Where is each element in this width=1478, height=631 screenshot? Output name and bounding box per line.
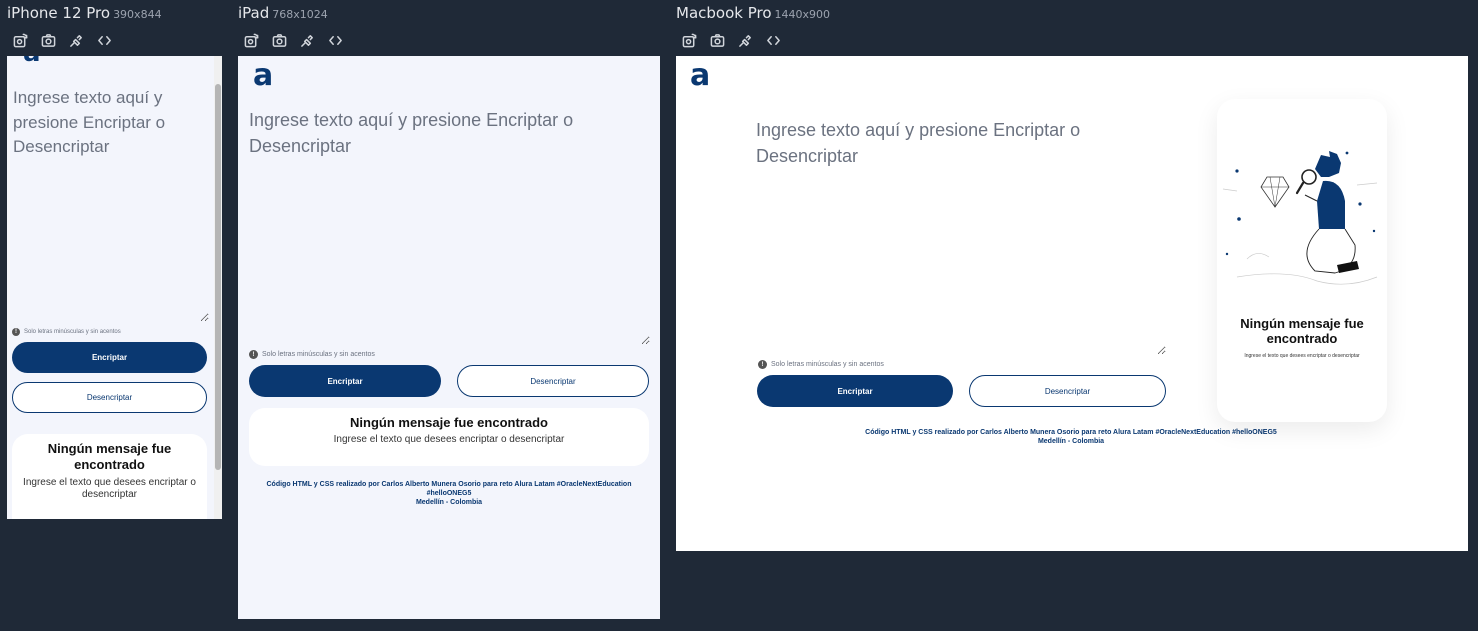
code-icon[interactable] xyxy=(95,31,113,49)
ipad-viewport: a ! Solo letras minúsculas y sin acentos… xyxy=(238,56,660,619)
message-input[interactable] xyxy=(756,117,1166,355)
input-hint: ! Solo letras minúsculas y sin acentos xyxy=(12,328,121,336)
info-icon: ! xyxy=(249,350,258,359)
alura-logo: a xyxy=(690,58,711,93)
page-footer: Código HTML y CSS realizado por Carlos A… xyxy=(836,429,1306,447)
encrypt-button[interactable]: Encriptar xyxy=(757,375,953,407)
encrypt-button[interactable]: Encriptar xyxy=(249,365,441,397)
scroll-thumb[interactable] xyxy=(215,84,221,470)
rotate-screenshot-icon[interactable] xyxy=(242,31,260,49)
footer-credits: Código HTML y CSS realizado por Carlos A… xyxy=(266,481,632,497)
footer-location: Medellín - Colombia xyxy=(415,498,483,506)
scrollbar[interactable] xyxy=(214,56,222,519)
empty-message-card: Ningún mensaje fue encontrado Ingrese el… xyxy=(12,434,207,519)
footer-credits: Código HTML y CSS realizado por Carlos A… xyxy=(865,429,1277,436)
device-header: iPad 768x1024 xyxy=(238,0,660,26)
page-footer: Código HTML y CSS realizado por Carlos A… xyxy=(253,481,645,507)
iphone-viewport: a ! Solo letras minúsculas y sin acentos… xyxy=(7,56,222,519)
empty-message-content: Ningún mensaje fue encontrado Ingrese el… xyxy=(1225,316,1379,359)
device-size: 1440x900 xyxy=(774,8,831,21)
empty-message-title: Ningún mensaje fue encontrado xyxy=(350,415,548,430)
hint-text: Solo letras minúsculas y sin acentos xyxy=(262,351,375,358)
empty-message-text: Ingrese el texto que desees encriptar o … xyxy=(1244,352,1360,359)
inspect-icon[interactable] xyxy=(298,31,316,49)
input-hint: ! Solo letras minúsculas y sin acentos xyxy=(249,350,375,359)
empty-message-card: Ningún mensaje fue encontrado Ingrese el… xyxy=(1217,99,1387,422)
inspect-icon[interactable] xyxy=(736,31,754,49)
alura-logo: a xyxy=(253,58,274,93)
decrypt-button[interactable]: Desencriptar xyxy=(457,365,649,397)
camera-icon[interactable] xyxy=(270,31,288,49)
alura-logo: a xyxy=(23,56,41,68)
code-icon[interactable] xyxy=(326,31,344,49)
info-icon: ! xyxy=(758,360,767,369)
info-icon: ! xyxy=(12,328,20,336)
device-toolbar xyxy=(7,26,222,54)
message-input[interactable] xyxy=(13,86,209,322)
code-icon[interactable] xyxy=(764,31,782,49)
device-toolbar xyxy=(676,26,1468,54)
empty-message-title: Ningún mensaje fue encontrado xyxy=(1240,316,1364,346)
hint-text: Solo letras minúsculas y sin acentos xyxy=(771,361,884,368)
macbook-viewport: a ! Solo letras minúsculas y sin acentos… xyxy=(676,56,1468,551)
rotate-screenshot-icon[interactable] xyxy=(11,31,29,49)
input-hint: ! Solo letras minúsculas y sin acentos xyxy=(758,360,884,369)
device-name: Macbook Pro xyxy=(676,4,772,22)
device-size: 768x1024 xyxy=(272,8,328,21)
empty-message-text: Ingrese el texto que desees encriptar o … xyxy=(23,477,196,501)
device-size: 390x844 xyxy=(113,8,162,21)
message-input[interactable] xyxy=(249,107,650,345)
footer-location: Medellín - Colombia xyxy=(1037,437,1105,445)
empty-message-text: Ingrese el texto que desees encriptar o … xyxy=(333,434,565,445)
device-header: iPhone 12 Pro 390x844 xyxy=(7,0,222,26)
device-header: Macbook Pro 1440x900 xyxy=(676,0,1468,26)
camera-icon[interactable] xyxy=(39,31,57,49)
decrypt-button[interactable]: Desencriptar xyxy=(12,382,207,413)
decrypt-button[interactable]: Desencriptar xyxy=(969,375,1166,407)
device-ipad: iPad 768x1024 xyxy=(238,0,660,54)
hint-text: Solo letras minúsculas y sin acentos xyxy=(24,329,121,335)
device-name: iPhone 12 Pro xyxy=(7,4,111,22)
camera-icon[interactable] xyxy=(708,31,726,49)
rotate-screenshot-icon[interactable] xyxy=(680,31,698,49)
inspect-icon[interactable] xyxy=(67,31,85,49)
encrypt-button[interactable]: Encriptar xyxy=(12,342,207,373)
device-toolbar xyxy=(238,26,660,54)
device-macbook: Macbook Pro 1440x900 xyxy=(676,0,1468,54)
device-iphone: iPhone 12 Pro 390x844 xyxy=(7,0,222,54)
person-with-magnifier-illustration xyxy=(1222,151,1378,285)
empty-message-card: Ningún mensaje fue encontrado Ingrese el… xyxy=(249,408,649,466)
device-name: iPad xyxy=(238,4,270,22)
empty-message-title: Ningún mensaje fue encontrado xyxy=(47,441,172,472)
